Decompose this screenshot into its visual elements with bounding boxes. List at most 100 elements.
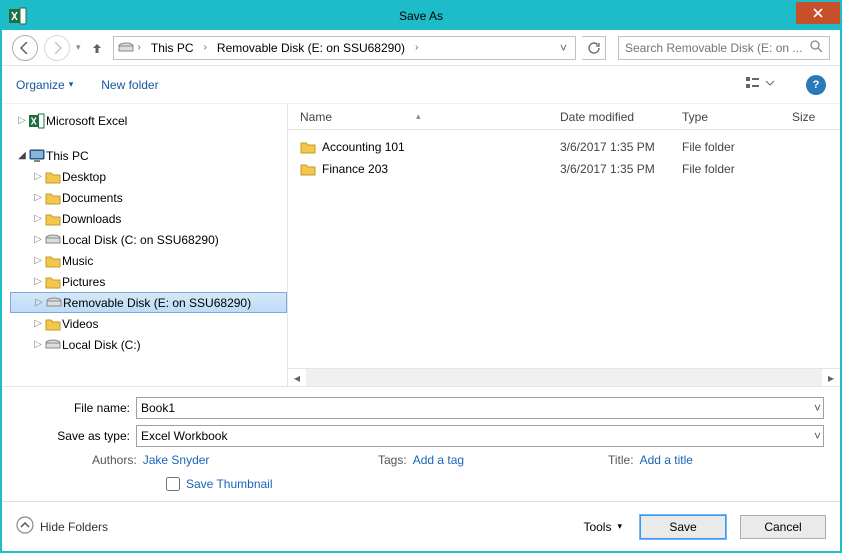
save-as-dialog: Save As ▾ › This PC › Removable Disk (E:… — [0, 0, 842, 553]
scroll-left-icon[interactable]: ◂ — [288, 371, 306, 385]
expand-icon[interactable]: ▷ — [32, 171, 44, 182]
back-button[interactable] — [12, 35, 38, 61]
file-row[interactable]: Finance 2033/6/2017 1:35 PMFile folder — [288, 158, 840, 180]
main-area: ▷ Microsoft Excel ◢ This PC ▷Desktop▷Doc… — [2, 104, 840, 387]
saveastype-field[interactable]: Excel Workbook ˅ — [136, 425, 824, 447]
tree-item[interactable]: ▷ Videos — [10, 313, 287, 334]
window-title: Save As — [2, 9, 840, 23]
tree-icon — [44, 234, 62, 246]
cancel-button[interactable]: Cancel — [740, 515, 826, 539]
filename-value: Book1 — [141, 401, 175, 415]
tree-item[interactable]: ▷Documents — [10, 187, 287, 208]
up-button[interactable] — [87, 38, 107, 58]
computer-icon — [28, 149, 46, 163]
tree-label: Downloads — [62, 212, 121, 226]
breadcrumb-thispc[interactable]: This PC — [145, 39, 200, 57]
authors-value[interactable]: Jake Snyder — [143, 453, 210, 467]
file-row[interactable]: Accounting 1013/6/2017 1:35 PMFile folde… — [288, 136, 840, 158]
h-scrollbar[interactable]: ◂ ▸ — [288, 368, 840, 386]
tags-value[interactable]: Add a tag — [413, 453, 464, 467]
column-headers: Name ▴ Date modified Type Size — [288, 104, 840, 130]
tree-item[interactable]: ▷Desktop — [10, 166, 287, 187]
chevron-down-icon[interactable]: ˅ — [814, 401, 821, 415]
search-input[interactable] — [625, 41, 810, 55]
navbar: ▾ › This PC › Removable Disk (E: on SSU6… — [2, 30, 840, 66]
save-thumbnail-checkbox[interactable] — [166, 477, 180, 491]
title-value[interactable]: Add a title — [640, 453, 693, 467]
search-box[interactable] — [618, 36, 830, 60]
forward-button[interactable] — [44, 35, 70, 61]
breadcrumb-dropdown-icon[interactable]: ˅ — [556, 41, 571, 55]
col-type[interactable]: Type — [682, 110, 792, 124]
file-date: 3/6/2017 1:35 PM — [560, 140, 682, 154]
file-list[interactable]: Accounting 1013/6/2017 1:35 PMFile folde… — [288, 130, 840, 368]
new-folder-button[interactable]: New folder — [101, 78, 158, 92]
search-icon[interactable] — [810, 40, 823, 56]
tree-item[interactable]: ▷ Removable Disk (E: on SSU68290) — [10, 292, 287, 313]
saveastype-label: Save as type: — [18, 429, 136, 443]
tree-icon — [44, 275, 62, 289]
tree-item-thispc[interactable]: ◢ This PC — [10, 145, 287, 166]
expand-icon[interactable]: ▷ — [16, 115, 28, 126]
chevron-right-icon[interactable]: › — [138, 42, 141, 53]
tree-icon — [44, 254, 62, 268]
organize-button[interactable]: Organize ▾ — [16, 78, 73, 92]
col-name[interactable]: Name ▴ — [300, 110, 560, 124]
tree-item[interactable]: ▷Local Disk (C: on SSU68290) — [10, 229, 287, 250]
expand-icon[interactable]: ▷ — [32, 276, 44, 287]
excel-icon — [28, 113, 46, 129]
tags-label: Tags: — [378, 453, 407, 467]
save-button[interactable]: Save — [640, 515, 726, 539]
save-thumbnail-label[interactable]: Save Thumbnail — [186, 477, 273, 491]
tree-label: Removable Disk (E: on SSU68290) — [63, 296, 251, 310]
col-size[interactable]: Size — [792, 110, 840, 124]
tree-item[interactable]: ▷Local Disk (C:) — [10, 334, 287, 355]
expand-icon[interactable]: ▷ — [32, 318, 44, 329]
breadcrumb-current[interactable]: Removable Disk (E: on SSU68290) — [211, 39, 411, 57]
tree-item[interactable]: ▷Music — [10, 250, 287, 271]
help-button[interactable]: ? — [806, 75, 826, 95]
chevron-right-icon[interactable]: › — [415, 42, 418, 53]
new-folder-label: New folder — [101, 78, 158, 92]
tree-label: Microsoft Excel — [46, 114, 127, 128]
recent-dropdown-icon[interactable]: ▾ — [76, 42, 81, 53]
tree-item-excel[interactable]: ▷ Microsoft Excel — [10, 110, 287, 131]
file-type: File folder — [682, 162, 792, 176]
toolbar: Organize ▾ New folder ? — [2, 66, 840, 104]
expand-icon[interactable]: ▷ — [32, 192, 44, 203]
authors-label: Authors: — [92, 453, 137, 467]
expand-icon[interactable]: ▷ — [32, 339, 44, 350]
filename-field[interactable]: Book1 ˅ — [136, 397, 824, 419]
tree-item[interactable]: ▷Pictures — [10, 271, 287, 292]
hide-folders-button[interactable]: Hide Folders — [16, 516, 108, 537]
tree-item[interactable]: ▷ Downloads — [10, 208, 287, 229]
chevron-down-icon[interactable]: ˅ — [814, 429, 821, 443]
tree-label: This PC — [46, 149, 89, 163]
tree-icon — [44, 317, 62, 331]
expand-icon[interactable]: ▷ — [33, 297, 45, 308]
chevron-right-icon[interactable]: › — [204, 42, 207, 53]
chevron-down-icon: ▾ — [69, 79, 74, 90]
titlebar: Save As — [2, 2, 840, 30]
collapse-icon[interactable]: ◢ — [16, 150, 28, 161]
close-button[interactable] — [796, 2, 840, 24]
chevron-down-icon: ▾ — [617, 521, 622, 532]
expand-icon[interactable]: ▷ — [32, 213, 44, 224]
view-options-button[interactable] — [742, 74, 778, 95]
breadcrumb[interactable]: › This PC › Removable Disk (E: on SSU682… — [113, 36, 576, 60]
chevron-up-circle-icon — [16, 516, 34, 537]
col-date[interactable]: Date modified — [560, 110, 682, 124]
sort-asc-icon: ▴ — [416, 111, 421, 122]
tools-button[interactable]: Tools ▾ — [583, 520, 622, 534]
hide-folders-label: Hide Folders — [40, 520, 108, 534]
file-area: Name ▴ Date modified Type Size Accountin… — [288, 104, 840, 386]
scroll-right-icon[interactable]: ▸ — [822, 371, 840, 385]
saveastype-value: Excel Workbook — [141, 429, 227, 443]
expand-icon[interactable]: ▷ — [32, 255, 44, 266]
tree-label: Videos — [62, 317, 98, 331]
file-name: Accounting 101 — [322, 140, 560, 154]
organize-label: Organize — [16, 78, 65, 92]
refresh-button[interactable] — [582, 36, 606, 60]
expand-icon[interactable]: ▷ — [32, 234, 44, 245]
nav-tree[interactable]: ▷ Microsoft Excel ◢ This PC ▷Desktop▷Doc… — [2, 104, 288, 386]
